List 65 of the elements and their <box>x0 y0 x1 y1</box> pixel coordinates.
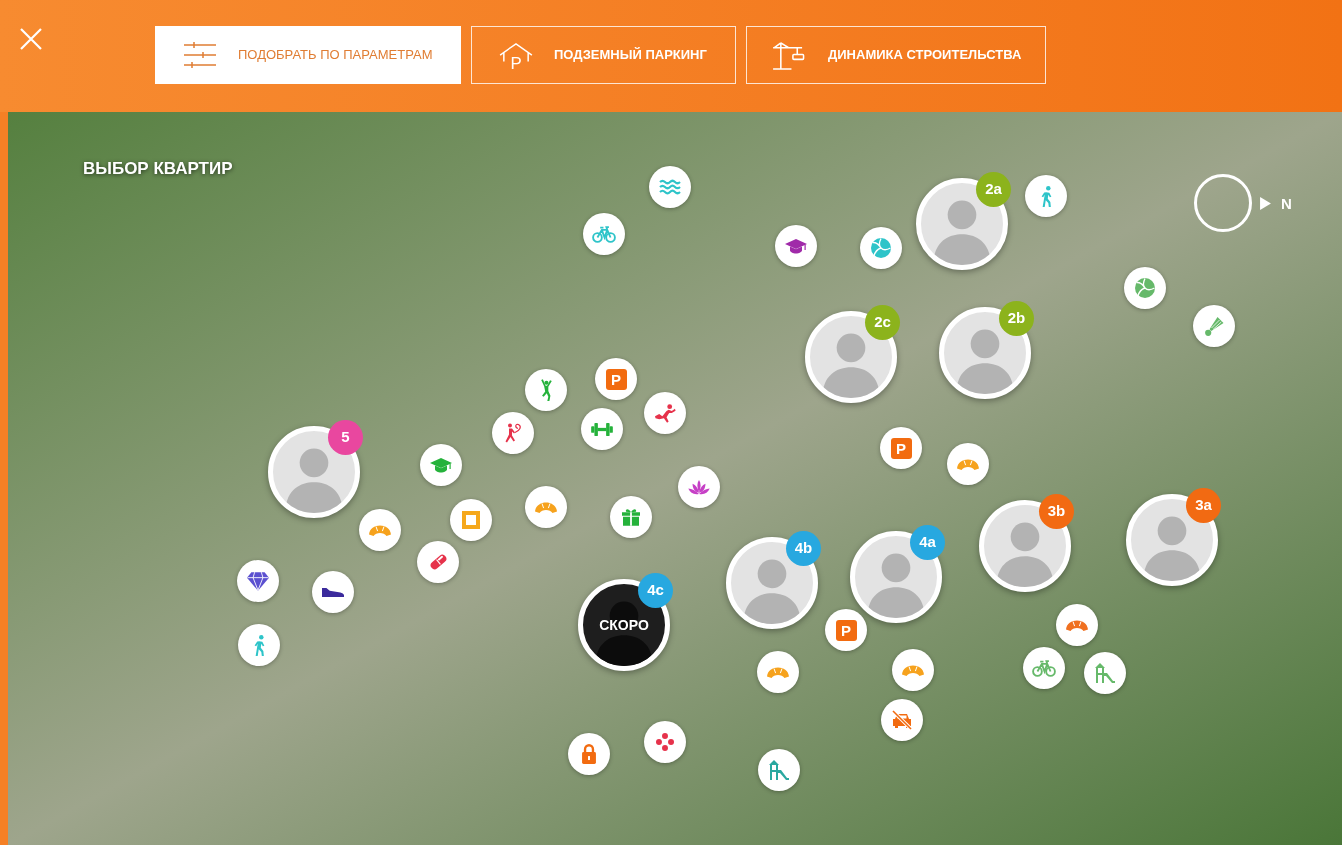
map-marker[interactable] <box>1056 604 1098 646</box>
toolbar-button[interactable]: ПОДОБРАТЬ ПО ПАРАМЕТРАМ <box>155 26 461 84</box>
triangle-icon <box>1260 196 1271 210</box>
building-marker[interactable] <box>805 311 897 403</box>
building-label: 3b <box>1039 494 1074 529</box>
map-marker[interactable] <box>312 571 354 613</box>
parking-sign: P <box>605 368 627 390</box>
map-marker[interactable] <box>1025 175 1067 217</box>
map-marker[interactable] <box>649 166 691 208</box>
map-marker[interactable] <box>1023 647 1065 689</box>
building-marker[interactable] <box>726 537 818 629</box>
building-label: 5 <box>328 420 363 455</box>
building-label: 4a <box>910 525 945 560</box>
map-marker[interactable] <box>525 486 567 528</box>
compass-label: N <box>1281 195 1292 211</box>
map-marker[interactable] <box>359 509 401 551</box>
close-button[interactable] <box>19 27 43 51</box>
map-marker[interactable]: P <box>880 427 922 469</box>
map-marker[interactable] <box>1193 305 1235 347</box>
compass-ring-icon <box>1194 174 1252 232</box>
map-marker[interactable] <box>757 651 799 693</box>
building-label: 4c <box>638 573 673 608</box>
close-icon <box>19 27 43 51</box>
building-marker[interactable] <box>916 178 1008 270</box>
coming-soon-label: СКОРО <box>599 615 649 635</box>
building-label: 3a <box>1186 488 1221 523</box>
map-marker[interactable] <box>758 749 800 791</box>
map-title: ВЫБОР КВАРТИР <box>83 158 233 180</box>
map-marker[interactable] <box>610 496 652 538</box>
map-marker[interactable]: P <box>595 358 637 400</box>
toolbar-button[interactable]: ДИНАМИКА СТРОИТЕЛЬСТВА <box>746 26 1046 84</box>
map-marker[interactable] <box>420 444 462 486</box>
map-marker[interactable] <box>568 733 610 775</box>
building-marker[interactable] <box>939 307 1031 399</box>
sliders-icon <box>184 41 216 69</box>
map-marker[interactable] <box>644 392 686 434</box>
map-marker[interactable]: P <box>825 609 867 651</box>
map-marker[interactable] <box>525 369 567 411</box>
map-marker[interactable] <box>581 408 623 450</box>
building-label: 2c <box>865 305 900 340</box>
map-marker[interactable] <box>1124 267 1166 309</box>
map-marker[interactable] <box>492 412 534 454</box>
map-marker[interactable] <box>583 213 625 255</box>
parking-sign: P <box>890 437 912 459</box>
map-marker[interactable] <box>860 227 902 269</box>
map-marker[interactable] <box>417 541 459 583</box>
map-marker[interactable] <box>450 499 492 541</box>
building-label: 4b <box>786 531 821 566</box>
map-marker[interactable] <box>678 466 720 508</box>
map-marker[interactable] <box>238 624 280 666</box>
building-marker[interactable] <box>268 426 360 518</box>
map-marker[interactable] <box>892 649 934 691</box>
building-marker[interactable] <box>979 500 1071 592</box>
map-marker[interactable] <box>947 443 989 485</box>
building-label: 2a <box>976 172 1011 207</box>
map-marker[interactable] <box>881 699 923 741</box>
parking-sign: P <box>835 619 857 641</box>
map-marker[interactable] <box>775 225 817 267</box>
map-marker[interactable] <box>644 721 686 763</box>
toolbar-button[interactable]: P ПОДЗЕМНЫЙ ПАРКИНГ <box>471 26 736 84</box>
building-marker[interactable] <box>850 531 942 623</box>
building-label: 2b <box>999 301 1034 336</box>
map-marker[interactable] <box>237 560 279 602</box>
building-marker[interactable] <box>1126 494 1218 586</box>
map-marker[interactable] <box>1084 652 1126 694</box>
